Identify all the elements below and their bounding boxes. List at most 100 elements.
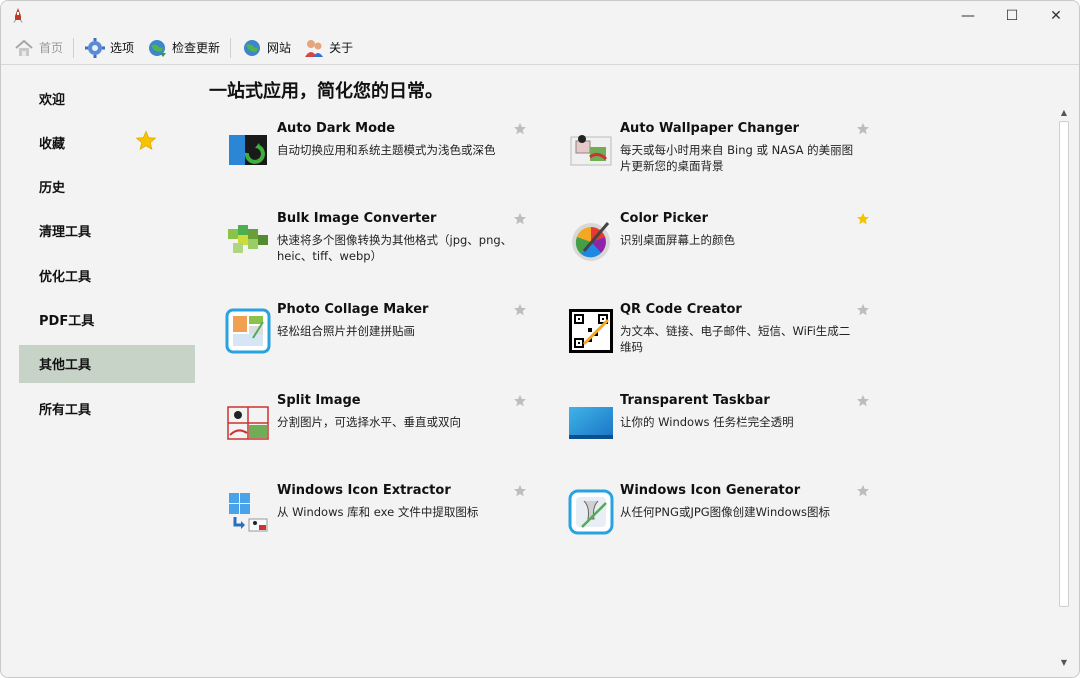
globe-update-icon [149,39,167,57]
color-picker-icon [572,222,610,261]
tool-name: Photo Collage Maker [277,302,429,317]
sidebar-item-label: 优化工具 [39,269,92,285]
sidebar-item-label: 所有工具 [39,402,92,418]
sidebar-item-cleanup-tools[interactable]: 清理工具 [19,212,195,250]
tool-description: 轻松组合照片并创建拼贴画 [277,324,415,338]
users-icon [305,39,324,57]
icon-extractor-icon [229,493,268,532]
page-title: 一站式应用，简化您的日常。 [209,81,443,102]
toolbar: 首页 选项 检查更新 网站 关于 [1,31,1079,65]
favorite-star-icon[interactable] [856,303,870,317]
tool-name: Windows Icon Extractor [277,483,451,498]
sidebar-item-label: 清理工具 [39,225,92,241]
dark-mode-icon [229,135,267,165]
app-window: — ☐ ✕ 首页 选项 检查更新 网站 关于 欢迎 收藏 历史 清理工具 优化工… [0,0,1080,678]
taskbar-icon [569,407,613,439]
favorite-star-icon[interactable] [513,303,527,317]
sidebar-item-label: 欢迎 [39,92,66,108]
sidebar-item-label: PDF工具 [39,313,95,329]
tool-card-color-picker[interactable]: Color Picker 识别桌面屏幕上的颜色 [566,209,870,289]
toolbar-separator [73,37,75,58]
close-button[interactable]: ✕ [1033,1,1079,31]
sidebar-item-history[interactable]: 历史 [19,168,195,206]
website-label: 网站 [267,41,292,55]
tool-description: 从 Windows 库和 exe 文件中提取图标 [277,505,479,519]
minimize-icon: — [961,8,975,24]
tool-card-bulk-image-converter[interactable]: Bulk Image Converter 快速将多个图像转换为其他格式（jpg、… [223,209,527,289]
tool-description: 为文本、链接、电子邮件、短信、WiFi生成二维码 [620,324,851,354]
tool-name: Transparent Taskbar [620,393,770,408]
tool-card-auto-wallpaper-changer[interactable]: Auto Wallpaper Changer 每天或每小时用来自 Bing 或 … [566,119,870,199]
sidebar-item-favorites[interactable]: 收藏 [19,123,195,161]
tool-description: 从任何PNG或JPG图像创建Windows图标 [620,505,831,519]
collage-icon [225,308,271,354]
tool-name: Color Picker [620,211,709,226]
sidebar: 欢迎 收藏 历史 清理工具 优化工具 PDF工具 其他工具 所有工具 [19,79,195,433]
sidebar-item-label: 历史 [39,181,66,197]
favorite-star-icon[interactable] [513,122,527,136]
tool-card-qr-code-creator[interactable]: QR Code Creator 为文本、链接、电子邮件、短信、WiFi生成二维码 [566,300,870,380]
tool-name: Auto Dark Mode [277,121,396,136]
image-converter-icon [228,225,268,253]
home-label: 首页 [39,41,64,55]
tool-grid: Auto Dark Mode 自动切换应用和系统主题模式为浅色或深色 Auto … [223,119,883,569]
tool-name: Auto Wallpaper Changer [620,121,800,136]
toolbar-separator [230,37,232,58]
globe-icon [244,39,261,56]
scrollbar-thumb[interactable] [1059,121,1069,607]
sidebar-item-welcome[interactable]: 欢迎 [19,79,195,117]
home-icon [15,39,33,56]
title-bar: — ☐ ✕ [1,1,1079,31]
maximize-icon: ☐ [1005,8,1019,24]
star-icon [135,130,157,151]
maximize-button[interactable]: ☐ [989,1,1035,31]
tool-name: Windows Icon Generator [620,483,801,498]
scroll-up-icon[interactable]: ▲ [1057,105,1071,119]
tool-description: 分割图片，可选择水平、垂直或双向 [277,415,461,429]
website-button[interactable]: 网站 [235,34,297,62]
icon-generator-icon [568,489,614,535]
tool-card-transparent-taskbar[interactable]: Transparent Taskbar 让你的 Windows 任务栏完全透明 [566,391,870,471]
sidebar-item-pdf-tools[interactable]: PDF工具 [19,300,195,338]
tool-description: 让你的 Windows 任务栏完全透明 [620,415,794,429]
tool-name: Bulk Image Converter [277,211,437,226]
options-label: 选项 [110,41,135,55]
favorite-star-icon[interactable] [856,484,870,498]
tool-description: 每天或每小时用来自 Bing 或 NASA 的美丽图片更新您的桌面背景 [620,143,854,173]
check-update-label: 检查更新 [172,41,221,55]
tool-name: Split Image [277,393,361,408]
vertical-scrollbar[interactable]: ▲ ▼ [1057,105,1071,669]
check-update-button[interactable]: 检查更新 [140,34,226,62]
tool-card-windows-icon-generator[interactable]: Windows Icon Generator 从任何PNG或JPG图像创建Win… [566,481,870,561]
scroll-down-icon[interactable]: ▼ [1057,655,1071,669]
tool-card-split-image[interactable]: Split Image 分割图片，可选择水平、垂直或双向 [223,391,527,471]
about-label: 关于 [329,41,354,55]
favorite-star-icon[interactable] [856,122,870,136]
sidebar-item-all-tools[interactable]: 所有工具 [19,389,195,427]
sidebar-item-label: 其他工具 [39,358,92,374]
wallpaper-icon [570,135,612,166]
favorite-star-icon[interactable] [513,394,527,408]
sidebar-item-other-tools[interactable]: 其他工具 [19,344,195,383]
favorite-star-icon[interactable] [856,394,870,408]
favorite-star-icon[interactable] [513,484,527,498]
gear-icon [85,37,106,58]
sidebar-item-optimize-tools[interactable]: 优化工具 [19,256,195,294]
close-icon: ✕ [1050,8,1062,24]
split-image-icon [227,406,269,440]
options-button[interactable]: 选项 [78,34,140,62]
tool-description: 快速将多个图像转换为其他格式（jpg、png、heic、tiff、webp） [277,233,513,263]
qr-code-icon [569,309,613,353]
sidebar-item-label: 收藏 [39,136,66,152]
home-button[interactable]: 首页 [7,34,69,62]
favorite-star-icon[interactable] [856,212,870,226]
minimize-button[interactable]: — [945,1,991,31]
tool-card-photo-collage-maker[interactable]: Photo Collage Maker 轻松组合照片并创建拼贴画 [223,300,527,380]
tool-name: QR Code Creator [620,302,742,317]
tool-description: 自动切换应用和系统主题模式为浅色或深色 [277,143,496,157]
tool-description: 识别桌面屏幕上的颜色 [620,233,735,247]
favorite-star-icon[interactable] [513,212,527,226]
tool-card-auto-dark-mode[interactable]: Auto Dark Mode 自动切换应用和系统主题模式为浅色或深色 [223,119,527,199]
about-button[interactable]: 关于 [297,34,359,62]
tool-card-windows-icon-extractor[interactable]: Windows Icon Extractor 从 Windows 库和 exe … [223,481,527,561]
